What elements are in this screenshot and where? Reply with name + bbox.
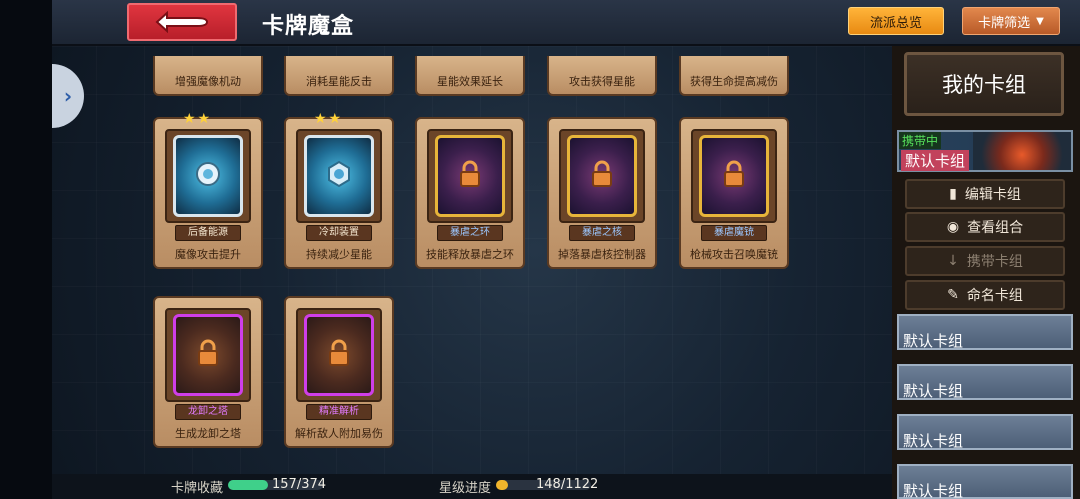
back-button[interactable] bbox=[127, 3, 237, 41]
star-progress-value: 148/1122 bbox=[536, 477, 599, 492]
my-deck-header: 我的卡组 bbox=[904, 52, 1064, 116]
card-caption: 生成龙卸之塔 bbox=[175, 427, 241, 440]
card-name-label: 暴虐魔铳 bbox=[701, 225, 767, 241]
star-rating: ★★ bbox=[183, 111, 213, 127]
my-deck-title: 我的卡组 bbox=[942, 73, 1026, 97]
rename-deck-label: 命名卡组 bbox=[966, 288, 1023, 304]
star-rating: ★★ bbox=[314, 111, 344, 127]
card-caption: 枪械攻击召唤魔铳 bbox=[690, 248, 778, 261]
card-caption: 消耗星能反击 bbox=[306, 75, 372, 88]
carry-deck-button[interactable]: ↓ 携带卡组 bbox=[905, 246, 1065, 276]
top-bar: 卡牌魔盒 流派总览 卡牌筛选 ▼ ? bbox=[52, 0, 1080, 46]
star-progress-fill bbox=[496, 480, 509, 490]
card-filter-dropdown[interactable]: 卡牌筛选 ▼ bbox=[962, 7, 1060, 35]
active-deck-name: 默认卡组 bbox=[901, 150, 970, 171]
card-caption: 掉落暴虐核控制器 bbox=[558, 248, 646, 261]
download-icon: ↓ bbox=[947, 253, 959, 269]
cooling-gear-icon bbox=[328, 160, 350, 188]
card-item[interactable]: 暴虐魔铳 枪械攻击召唤魔铳 bbox=[679, 117, 789, 269]
deck-slot-label: 默认卡组 bbox=[903, 332, 964, 350]
deck-slot-label: 默认卡组 bbox=[903, 382, 964, 400]
eye-icon: ◉ bbox=[946, 219, 960, 235]
view-combo-button[interactable]: ◉ 查看组合 bbox=[905, 212, 1065, 242]
card-name-label: 冷却装置 bbox=[306, 225, 372, 241]
card-item[interactable]: ★★ 冷却装置 持续减少星能 bbox=[284, 111, 394, 269]
deck-slot[interactable]: 默认卡组 bbox=[897, 314, 1073, 350]
deck-slot[interactable]: 默认卡组 bbox=[897, 364, 1073, 400]
pencil-icon: ✎ bbox=[947, 287, 959, 303]
carry-deck-label: 携带卡组 bbox=[966, 254, 1023, 270]
card-caption: 解析敌人附加易伤 bbox=[295, 427, 383, 440]
screen-edge bbox=[0, 0, 52, 499]
card-item[interactable]: 精准解析 解析敌人附加易伤 bbox=[284, 296, 394, 448]
edit-deck-button[interactable]: ▮ 编辑卡组 bbox=[905, 179, 1065, 209]
card-name-label: 龙卸之塔 bbox=[175, 404, 241, 420]
lock-icon bbox=[592, 160, 612, 187]
card-name-label: 后备能源 bbox=[175, 225, 241, 241]
card-filter-label: 卡牌筛选 bbox=[978, 15, 1031, 31]
page-title: 卡牌魔盒 bbox=[262, 14, 355, 39]
card-name-label: 精准解析 bbox=[306, 404, 372, 420]
back-arrow-icon bbox=[155, 10, 209, 34]
card-item[interactable]: 龙卸之塔 生成龙卸之塔 bbox=[153, 296, 263, 448]
card-item[interactable]: 攻击获得星能 bbox=[547, 56, 657, 96]
card-item[interactable]: 获得生命提高减伤 bbox=[679, 56, 789, 96]
card-item[interactable]: 暴虐之环 技能释放暴虐之环 bbox=[415, 117, 525, 269]
card-name-label: 暴虐之环 bbox=[437, 225, 503, 241]
energy-core-icon bbox=[196, 162, 220, 186]
school-overview-label: 流派总览 bbox=[869, 15, 922, 31]
card-item[interactable]: ★★ 后备能源 魔像攻击提升 bbox=[153, 111, 263, 269]
card-item[interactable]: 消耗星能反击 bbox=[284, 56, 394, 96]
view-combo-label: 查看组合 bbox=[967, 220, 1024, 236]
rename-deck-button[interactable]: ✎ 命名卡组 bbox=[905, 280, 1065, 310]
game-background bbox=[0, 46, 892, 499]
collection-value: 157/374 bbox=[272, 477, 327, 492]
card-caption: 攻击获得星能 bbox=[569, 75, 635, 88]
lock-icon bbox=[198, 339, 218, 366]
lock-icon bbox=[460, 160, 480, 187]
card-caption: 技能释放暴虐之环 bbox=[426, 248, 514, 261]
chevron-right-icon: › bbox=[63, 84, 73, 108]
carrying-badge: 携带中 bbox=[899, 132, 942, 149]
card-item[interactable]: 增强魔像机动 bbox=[153, 56, 263, 96]
card-item[interactable]: 暴虐之核 掉落暴虐核控制器 bbox=[547, 117, 657, 269]
school-overview-button[interactable]: 流派总览 bbox=[848, 7, 944, 35]
chevron-down-icon: ▼ bbox=[1036, 15, 1044, 27]
hero-portrait bbox=[973, 132, 1071, 170]
deck-slot[interactable]: 默认卡组 bbox=[897, 414, 1073, 450]
edit-deck-label: 编辑卡组 bbox=[964, 187, 1021, 203]
lock-icon bbox=[329, 339, 349, 366]
card-item[interactable]: 星能效果延长 bbox=[415, 56, 525, 96]
card-caption: 魔像攻击提升 bbox=[175, 248, 241, 261]
collection-label: 卡牌收藏 bbox=[171, 481, 224, 496]
deck-slot-label: 默认卡组 bbox=[903, 482, 964, 499]
edit-deck-icon: ▮ bbox=[949, 186, 957, 202]
card-name-label: 暴虐之核 bbox=[569, 225, 635, 241]
deck-slot[interactable]: 默认卡组 bbox=[897, 464, 1073, 499]
collection-progress-fill bbox=[228, 480, 268, 490]
card-caption: 增强魔像机动 bbox=[175, 75, 241, 88]
card-caption: 获得生命提高减伤 bbox=[690, 75, 778, 88]
star-progress-label: 星级进度 bbox=[439, 481, 492, 496]
card-caption: 持续减少星能 bbox=[306, 248, 372, 261]
active-deck-slot[interactable]: 携带中 默认卡组 bbox=[897, 130, 1073, 172]
lock-icon bbox=[724, 160, 744, 187]
deck-slot-label: 默认卡组 bbox=[903, 432, 964, 450]
card-caption: 星能效果延长 bbox=[437, 75, 503, 88]
